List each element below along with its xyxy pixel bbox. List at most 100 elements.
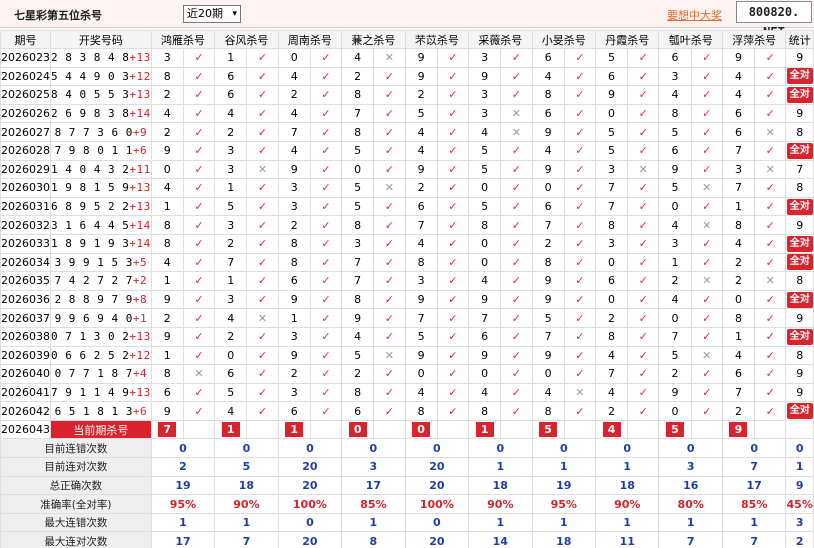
check-icon: ✓ — [436, 345, 470, 366]
col-header-expert[interactable]: 小旻杀号 — [531, 30, 597, 49]
kill-number: 1 — [214, 48, 248, 68]
check-icon: ✓ — [690, 122, 723, 142]
kill-number: 8 — [468, 401, 502, 421]
check-icon: ✓ — [436, 401, 470, 421]
check-icon: ✓ — [627, 140, 660, 161]
kill-number: 3 — [468, 48, 502, 68]
kill-number: 1 — [658, 252, 692, 273]
check-icon: ✓ — [182, 233, 216, 254]
check-icon: ✓ — [563, 103, 597, 124]
issue-number: 2026042 — [0, 401, 51, 421]
kill-number: 4 — [595, 382, 629, 403]
col-header-expert[interactable]: 采薇杀号 — [468, 30, 533, 49]
check-icon: ✓ — [373, 252, 406, 273]
kill-number: 8 — [531, 401, 565, 421]
check-icon: ✓ — [373, 382, 406, 403]
current-kill-cell: 9 — [721, 419, 755, 440]
kill-number: 2 — [595, 308, 629, 328]
kill-number: 0 — [277, 48, 311, 68]
col-header-expert[interactable]: 丹霞杀号 — [595, 30, 660, 49]
row-stat: 8 — [785, 345, 814, 366]
check-icon: ✓ — [500, 85, 533, 105]
draw-sum: +1 — [132, 311, 148, 325]
check-icon: ✓ — [373, 122, 406, 142]
period-select[interactable]: 近20期 ▾ — [183, 5, 241, 23]
check-icon: ✓ — [690, 233, 723, 254]
check-icon: ✓ — [309, 103, 343, 124]
check-icon: ✓ — [627, 48, 660, 68]
draw-digits: 2 6 9 8 3 8 — [51, 107, 130, 121]
summary-label: 目前连对次数 — [0, 457, 152, 477]
kill-number: 2 — [150, 85, 184, 105]
check-icon: ✓ — [753, 48, 787, 68]
check-icon: ✓ — [753, 289, 787, 310]
kill-number: 5 — [341, 140, 375, 161]
current-kill-blank — [182, 419, 216, 440]
summary-value: 90% — [468, 494, 533, 514]
check-icon: ✓ — [373, 215, 406, 235]
draw-sum: +9 — [132, 125, 148, 139]
row-stat: 全对 — [785, 401, 814, 421]
kill-number: 2 — [277, 85, 311, 105]
kill-number: 7 — [658, 326, 692, 347]
col-header-expert[interactable]: 浮萍杀号 — [721, 30, 787, 49]
col-header-expert[interactable]: 鸿雁杀号 — [150, 30, 216, 49]
kill-number: 6 — [277, 271, 311, 291]
kill-number: 2 — [531, 233, 565, 254]
check-icon: ✓ — [309, 140, 343, 161]
check-icon: ✓ — [373, 85, 406, 105]
col-header-expert[interactable]: 周南杀号 — [277, 30, 343, 49]
col-header-expert[interactable]: 芣苡杀号 — [404, 30, 470, 49]
draw-digits: 9 9 6 9 4 0 — [54, 311, 133, 325]
promo-link[interactable]: 要想中大奖 — [667, 7, 722, 23]
kill-number: 8 — [721, 308, 755, 328]
col-header-expert[interactable]: 瓠叶杀号 — [658, 30, 723, 49]
kill-number: 6 — [721, 122, 755, 142]
summary-value: 1 — [531, 457, 597, 477]
check-icon: ✓ — [690, 85, 723, 105]
current-kill-number: 0 — [348, 422, 367, 438]
summary-value: 1 — [658, 512, 723, 533]
check-icon: ✓ — [500, 215, 533, 235]
check-icon: ✓ — [753, 66, 787, 87]
kill-number: 2 — [658, 271, 692, 291]
kill-number: 0 — [468, 233, 502, 254]
kill-number: 4 — [468, 382, 502, 403]
col-header-expert[interactable]: 蒹之杀号 — [341, 30, 406, 49]
check-icon: ✓ — [436, 178, 470, 198]
check-icon: ✓ — [500, 364, 533, 384]
summary-value: 20 — [404, 457, 470, 477]
kill-number: 3 — [214, 159, 248, 180]
kill-number: 5 — [468, 140, 502, 161]
kill-number: 2 — [404, 85, 438, 105]
check-icon: ✓ — [500, 382, 533, 403]
check-icon: ✓ — [500, 140, 533, 161]
draw-numbers: 0 7 7 1 8 7+4 — [50, 364, 152, 384]
summary-value: 2 — [150, 457, 216, 477]
check-icon: ✓ — [753, 401, 787, 421]
current-kill-cell: 5 — [658, 419, 692, 440]
kill-number: 4 — [214, 103, 248, 124]
kill-number: 1 — [214, 178, 248, 198]
check-icon: ✓ — [246, 103, 279, 124]
table-row: 2026036 2 8 8 9 7 9+8 9 ✓ 3 ✓ 9 ✓ 8 ✓ 9 ✓ 9 ✓ 9 ✓ 0 ✓ 4 ✓ 0 ✓… — [0, 289, 814, 310]
summary-row: 最大连对次数 17 7 20 8 20 14 18 11 7 7 2 — [0, 531, 814, 548]
kill-number: 6 — [595, 271, 629, 291]
summary-stat: 1 — [785, 457, 814, 477]
table-row: 2026023 2 8 3 8 4 8+13 3 ✓ 1 ✓ 0 ✓ 4 ✕ 9 ✓ 3 ✓ 6 ✓ 5 ✓ 6 ✓ 9… — [0, 48, 814, 68]
check-icon: ✓ — [690, 289, 723, 310]
summary-value: 16 — [658, 475, 723, 496]
issue-number: 2026030 — [0, 178, 51, 198]
current-stat-blank — [785, 419, 814, 440]
summary-row: 目前连错次数 0 0 0 0 0 0 0 0 0 0 0 — [0, 438, 814, 459]
col-header-expert[interactable]: 谷风杀号 — [214, 30, 279, 49]
check-icon: ✓ — [373, 66, 406, 87]
check-icon: ✓ — [627, 252, 660, 273]
cross-icon: ✕ — [753, 271, 787, 291]
check-icon: ✓ — [563, 252, 597, 273]
check-icon: ✓ — [753, 140, 787, 161]
all-correct-badge: 全对 — [786, 403, 813, 420]
kill-number: 1 — [150, 271, 184, 291]
table-row: 2026042 6 5 1 8 1 3+6 9 ✓ 4 ✓ 6 ✓ 6 ✓ 8 ✓ 8 ✓ 8 ✓ 2 ✓ 0 ✓ 2 ✓… — [0, 401, 814, 421]
kill-number: 0 — [658, 308, 692, 328]
